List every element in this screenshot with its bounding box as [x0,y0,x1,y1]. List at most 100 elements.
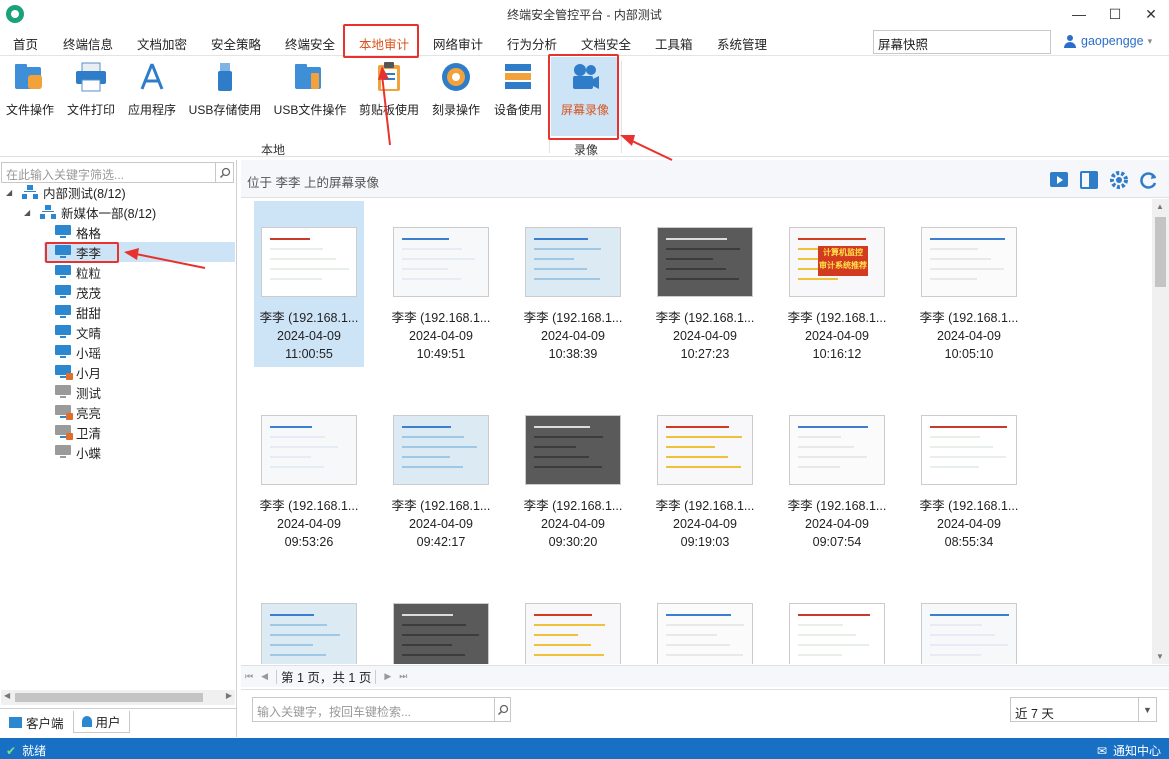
notification-center[interactable]: ✉ 通知中心 [1097,742,1161,759]
recording-thumbnail[interactable]: 李李 (192.168.1... 2024-04-09 09:19:03 [650,389,760,555]
tab-client[interactable]: 客户端 [0,711,73,733]
tree-dept[interactable]: ◢ 新媒体一部(8/12) [24,202,156,222]
thumbnail-caption: 李李 (192.168.1... 2024-04-09 10:38:39 [524,309,623,363]
disc-icon [440,61,472,93]
refresh-icon[interactable] [1139,170,1159,190]
recording-thumbnail[interactable]: 李李 (192.168.1... 2024-04-09 11:00:55 [254,201,364,367]
tree-member[interactable]: 文晴 [55,322,101,342]
tree-member[interactable]: 小瑶 [55,342,101,362]
menu-network-audit[interactable]: 网络审计 [433,34,483,53]
recording-thumbnail[interactable]: 李李 (192.168.1... 2024-04-09 10:38:39 [518,201,628,367]
tree-member[interactable]: 茂茂 [55,282,101,302]
thumbnail-name: 李李 (192.168.1... [787,311,887,325]
thumbnail-name: 李李 (192.168.1... [523,311,623,325]
last-page-button[interactable]: ⏭ [399,671,407,682]
collapse-icon[interactable]: ◢ [24,208,34,217]
tree-member[interactable]: 卫清 [55,422,101,442]
thumbnail-date: 2024-04-09 [541,329,605,343]
screenshot-preview [525,415,621,485]
tool-screen-record[interactable]: 屏幕录像 [555,57,615,121]
menu-doc-security[interactable]: 文档安全 [581,34,631,53]
recording-thumbnail[interactable]: 计算机监控 审计系统推荐 李李 (192.168.1... 2024-04-09 10:… [782,201,892,367]
recording-thumbnail[interactable] [386,577,496,664]
tool-application[interactable]: 应用程序 [126,57,178,121]
tree-member[interactable]: 亮亮 [55,402,101,422]
recording-thumbnail[interactable]: 李李 (192.168.1... 2024-04-09 09:30:20 [518,389,628,555]
date-range-select[interactable]: 近 7 天 ▼ [1010,697,1157,722]
tool-device-usage[interactable]: 设备使用 [492,57,544,121]
screenshot-preview [657,603,753,664]
tool-file-print[interactable]: 文件打印 [65,57,117,121]
top-search-input[interactable]: 屏幕快照 [873,30,1051,54]
tree-filter-input[interactable]: 在此输入关键字筛选... [1,162,234,183]
tree-member[interactable]: 格格 [55,222,101,242]
location-bar: 位于 李李 上的屏幕录像 [241,160,1169,198]
tree-member[interactable]: 粒粒 [55,262,101,282]
recording-thumbnail[interactable]: 李李 (192.168.1... 2024-04-09 10:05:10 [914,201,1024,367]
user-menu[interactable]: gaopengge ▾ [1064,34,1152,48]
computer-icon [55,245,71,259]
tree-member[interactable]: 小蝶 [55,442,101,462]
tab-user[interactable]: 用户 [72,711,130,733]
menu-home[interactable]: 首页 [13,34,38,53]
recording-thumbnail[interactable]: 李李 (192.168.1... 2024-04-09 08:55:34 [914,389,1024,555]
recording-thumbnail[interactable] [914,577,1024,664]
tree-horizontal-scrollbar[interactable]: ◀ ▶ [1,690,235,705]
first-page-button[interactable]: ⏮ [245,671,253,682]
search-icon[interactable] [215,163,233,182]
recording-thumbnail[interactable]: 李李 (192.168.1... 2024-04-09 10:27:23 [650,201,760,367]
collapse-icon[interactable]: ◢ [6,188,16,197]
menu-toolbox[interactable]: 工具箱 [655,34,693,53]
thumbnail-time: 11:00:55 [285,347,333,361]
chevron-down-icon[interactable]: ▼ [1138,698,1156,721]
tree-root[interactable]: ◢ 内部测试(8/12) [6,182,126,202]
tree-member[interactable]: 测试 [55,382,101,402]
screenshot-preview [921,415,1017,485]
gear-icon[interactable] [1109,170,1129,190]
screenshot-preview: 计算机监控 审计系统推荐 [789,227,885,297]
computer-icon [55,305,71,319]
thumbnail-name: 李李 (192.168.1... [391,311,491,325]
menu-behavior-analysis[interactable]: 行为分析 [507,34,557,53]
keyword-search-input[interactable]: 输入关键字，按回车键检索... [252,697,511,722]
tool-burn[interactable]: 刻录操作 [430,57,482,121]
tool-file-operation[interactable]: 文件操作 [4,57,56,121]
menu-terminal-security[interactable]: 终端安全 [285,34,335,53]
menu-local-audit[interactable]: 本地审计 [359,34,409,53]
recording-thumbnail[interactable]: 李李 (192.168.1... 2024-04-09 10:49:51 [386,201,496,367]
menu-security-policy[interactable]: 安全策略 [211,34,261,53]
recording-thumbnail[interactable] [254,577,364,664]
tool-usb-storage[interactable]: USB存储使用 [189,57,261,121]
play-icon[interactable] [1049,170,1069,190]
computer-icon [55,345,71,359]
thumbnail-time: 10:49:51 [416,347,466,361]
thumbnail-name: 李李 (192.168.1... [259,311,359,325]
recording-thumbnail[interactable] [782,577,892,664]
recording-thumbnail[interactable]: 李李 (192.168.1... 2024-04-09 09:53:26 [254,389,364,555]
panel-icon[interactable] [1079,170,1099,190]
tree-member[interactable]: 小月 [55,362,101,382]
close-button[interactable]: ✕ [1133,0,1169,28]
thumbnail-grid: 李李 (192.168.1... 2024-04-09 11:00:55 李李 (19… [241,199,1151,664]
title-bar: 终端安全管控平台 - 内部测试 — ☐ ✕ [0,0,1169,28]
menu-terminal-info[interactable]: 终端信息 [63,34,113,53]
menu-doc-encrypt[interactable]: 文档加密 [137,34,187,53]
thumbnail-time: 09:53:26 [284,535,334,549]
maximize-button[interactable]: ☐ [1097,0,1133,28]
screenshot-preview [393,415,489,485]
prev-page-button[interactable]: ◀ [261,671,268,682]
menu-system-manage[interactable]: 系统管理 [717,34,767,53]
tree-member[interactable]: 甜甜 [55,302,101,322]
tree-member-selected[interactable]: 李李 [44,242,235,262]
tool-usb-file-operation[interactable]: USB文件操作 [272,57,348,121]
recording-thumbnail[interactable] [518,577,628,664]
recording-thumbnail[interactable] [650,577,760,664]
recording-thumbnail[interactable]: 李李 (192.168.1... 2024-04-09 09:42:17 [386,389,496,555]
recording-thumbnail[interactable]: 李李 (192.168.1... 2024-04-09 09:07:54 [782,389,892,555]
tool-clipboard[interactable]: 剪贴板使用 [358,57,420,121]
next-page-button[interactable]: ▶ [384,671,391,682]
grid-vertical-scrollbar[interactable]: ▲ ▼ [1152,199,1169,664]
thumbnail-time: 09:30:20 [548,535,598,549]
minimize-button[interactable]: — [1061,0,1097,28]
search-icon[interactable] [494,698,510,721]
